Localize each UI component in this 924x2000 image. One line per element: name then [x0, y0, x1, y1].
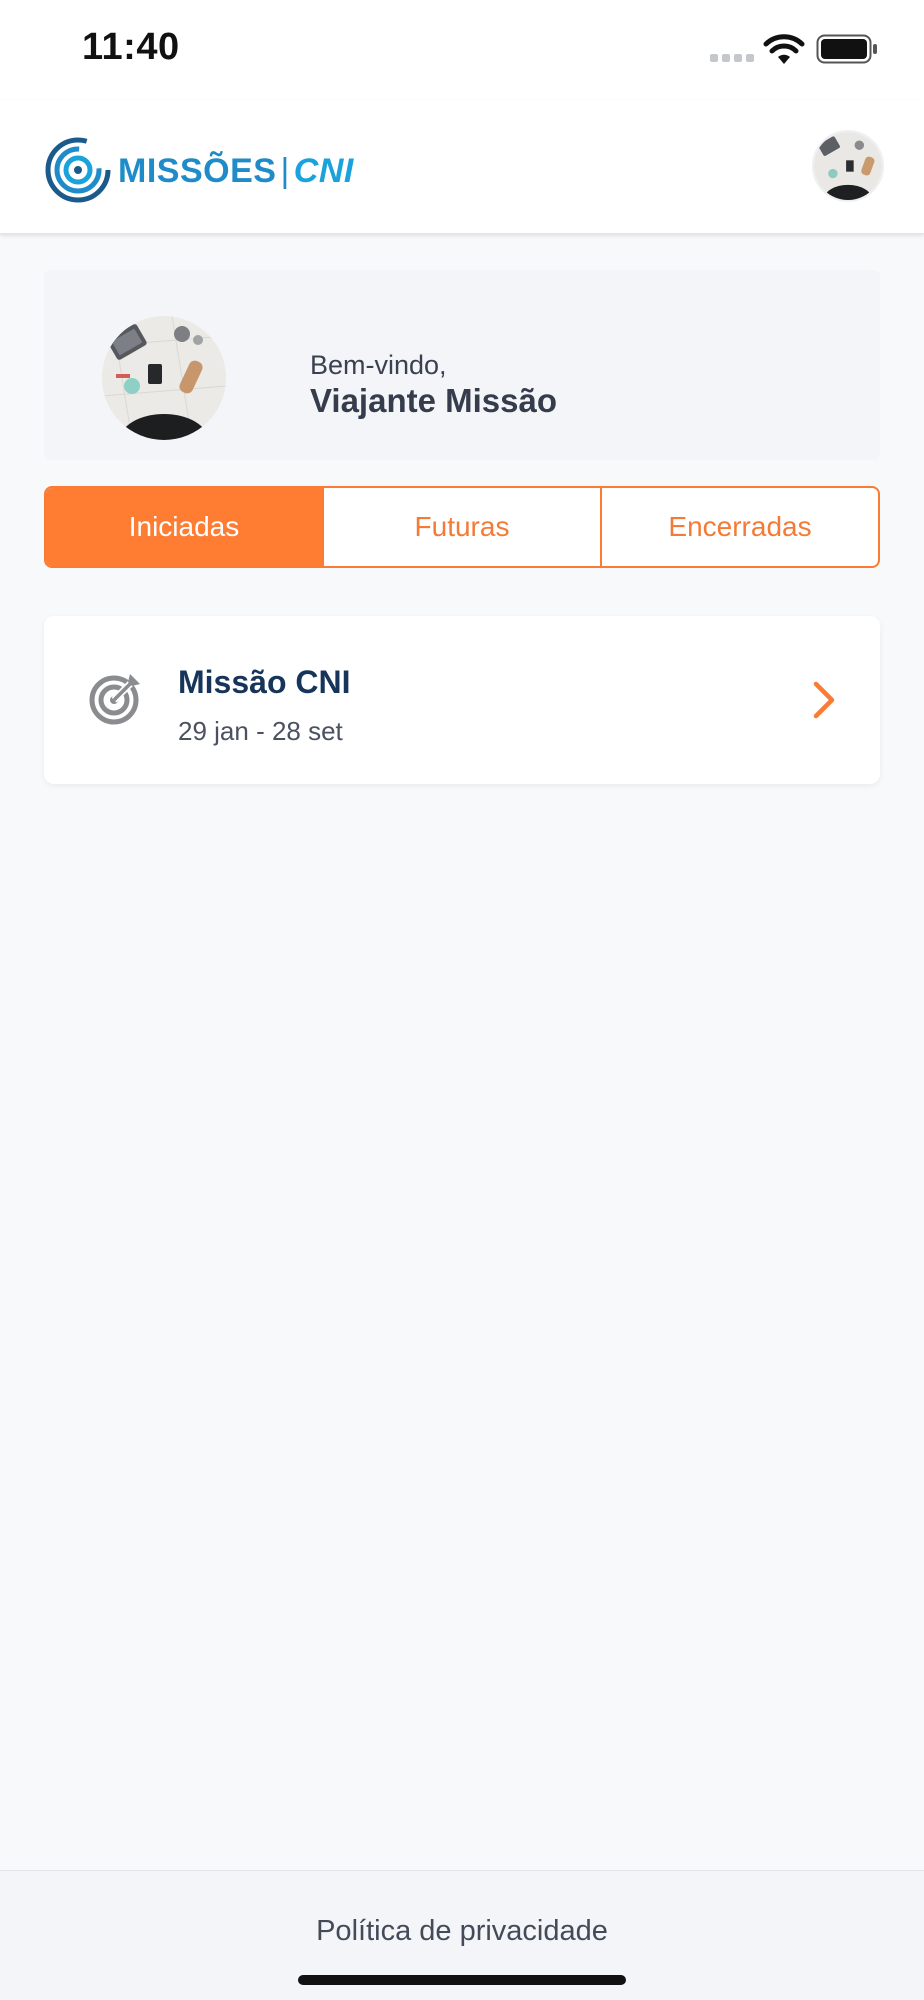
logo-brand: CNI [293, 152, 354, 190]
logo-separator: | [280, 152, 290, 190]
status-bar: 11:40 [0, 0, 924, 100]
tab-iniciadas[interactable]: Iniciadas [46, 488, 324, 566]
home-indicator[interactable] [298, 1975, 626, 1985]
tab-encerradas[interactable]: Encerradas [602, 488, 878, 566]
welcome-greeting: Bem-vindo, [310, 350, 447, 380]
user-name: Viajante Missão [310, 382, 558, 419]
footer: Política de privacidade [0, 1870, 924, 2000]
header-avatar[interactable] [812, 130, 884, 202]
privacy-policy-link[interactable]: Política de privacidade [0, 1915, 924, 1948]
app-logo: MISSÕES | CNI [44, 136, 354, 206]
app-header: MISSÕES | CNI [0, 100, 924, 234]
logo-target-icon [45, 137, 111, 203]
signal-icon [710, 50, 756, 62]
logo-text: MISSÕES [118, 152, 277, 190]
status-time: 11:40 [82, 26, 180, 68]
user-avatar[interactable] [102, 316, 226, 440]
mission-tabs: Iniciadas Futuras Encerradas [44, 486, 880, 568]
wifi-icon [763, 34, 805, 64]
tab-futuras[interactable]: Futuras [324, 488, 602, 566]
target-icon [89, 674, 140, 725]
avatar-photo [102, 316, 226, 440]
mission-dates: 29 jan - 28 set [178, 716, 343, 746]
battery-icon [816, 34, 877, 64]
mission-card[interactable]: Missão CNI 29 jan - 28 set [44, 616, 880, 784]
logo-wordmark: MISSÕES | CNI [118, 152, 354, 191]
mission-title: Missão CNI [178, 664, 351, 700]
avatar-photo [814, 132, 882, 200]
welcome-card: Bem-vindo, Viajante Missão [44, 270, 880, 460]
chevron-right-icon [813, 681, 835, 719]
